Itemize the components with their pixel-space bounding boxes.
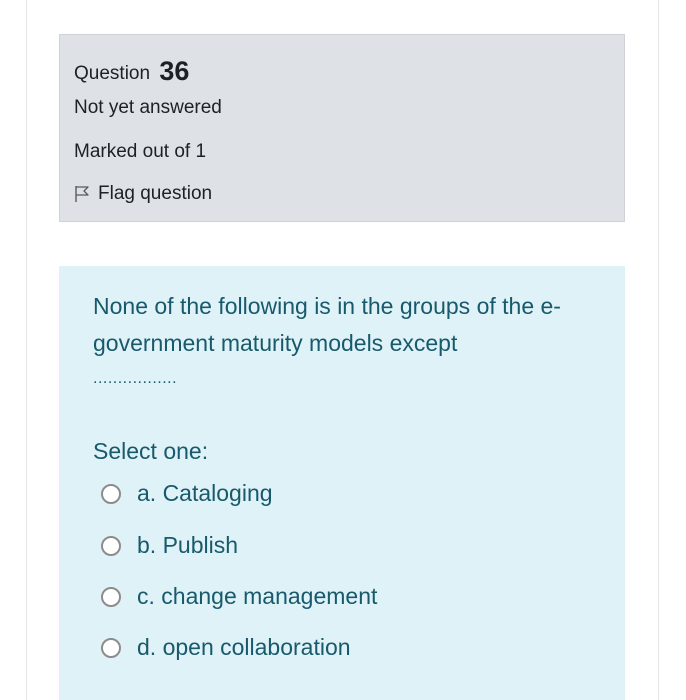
- question-state: Not yet answered: [74, 97, 222, 118]
- answer-option-c[interactable]: c. change management: [101, 583, 377, 610]
- radio-button[interactable]: [101, 586, 121, 607]
- flag-question-label: Flag question: [98, 183, 213, 204]
- answer-option-d[interactable]: d. open collaboration: [101, 634, 351, 661]
- option-label: a. Cataloging: [137, 480, 273, 506]
- answer-option-b[interactable]: b. Publish: [101, 532, 238, 559]
- question-number-heading: Question 36: [74, 55, 189, 86]
- page: Question 36 Not yet answered Marked out …: [0, 0, 686, 700]
- question-number: 36: [159, 56, 190, 86]
- question-info-box: Question 36 Not yet answered Marked out …: [59, 34, 625, 222]
- question-content-box: None of the following is in the groups o…: [59, 266, 625, 700]
- question-grade: Marked out of 1: [74, 141, 207, 162]
- option-label: c. change management: [137, 583, 378, 609]
- radio-button[interactable]: [101, 483, 121, 504]
- option-label: d. open collaboration: [137, 634, 351, 660]
- radio-button[interactable]: [101, 535, 121, 556]
- question-text: None of the following is in the groups o…: [93, 293, 561, 356]
- question-label: Question: [74, 63, 151, 84]
- select-one-prompt: Select one:: [93, 438, 209, 464]
- flag-question-link[interactable]: Flag question: [74, 183, 212, 205]
- flag-icon: [75, 186, 89, 202]
- option-label: b. Publish: [137, 532, 239, 558]
- answer-option-a[interactable]: a. Cataloging: [101, 480, 273, 507]
- radio-button[interactable]: [101, 637, 121, 658]
- answer-blank: .................: [93, 370, 178, 387]
